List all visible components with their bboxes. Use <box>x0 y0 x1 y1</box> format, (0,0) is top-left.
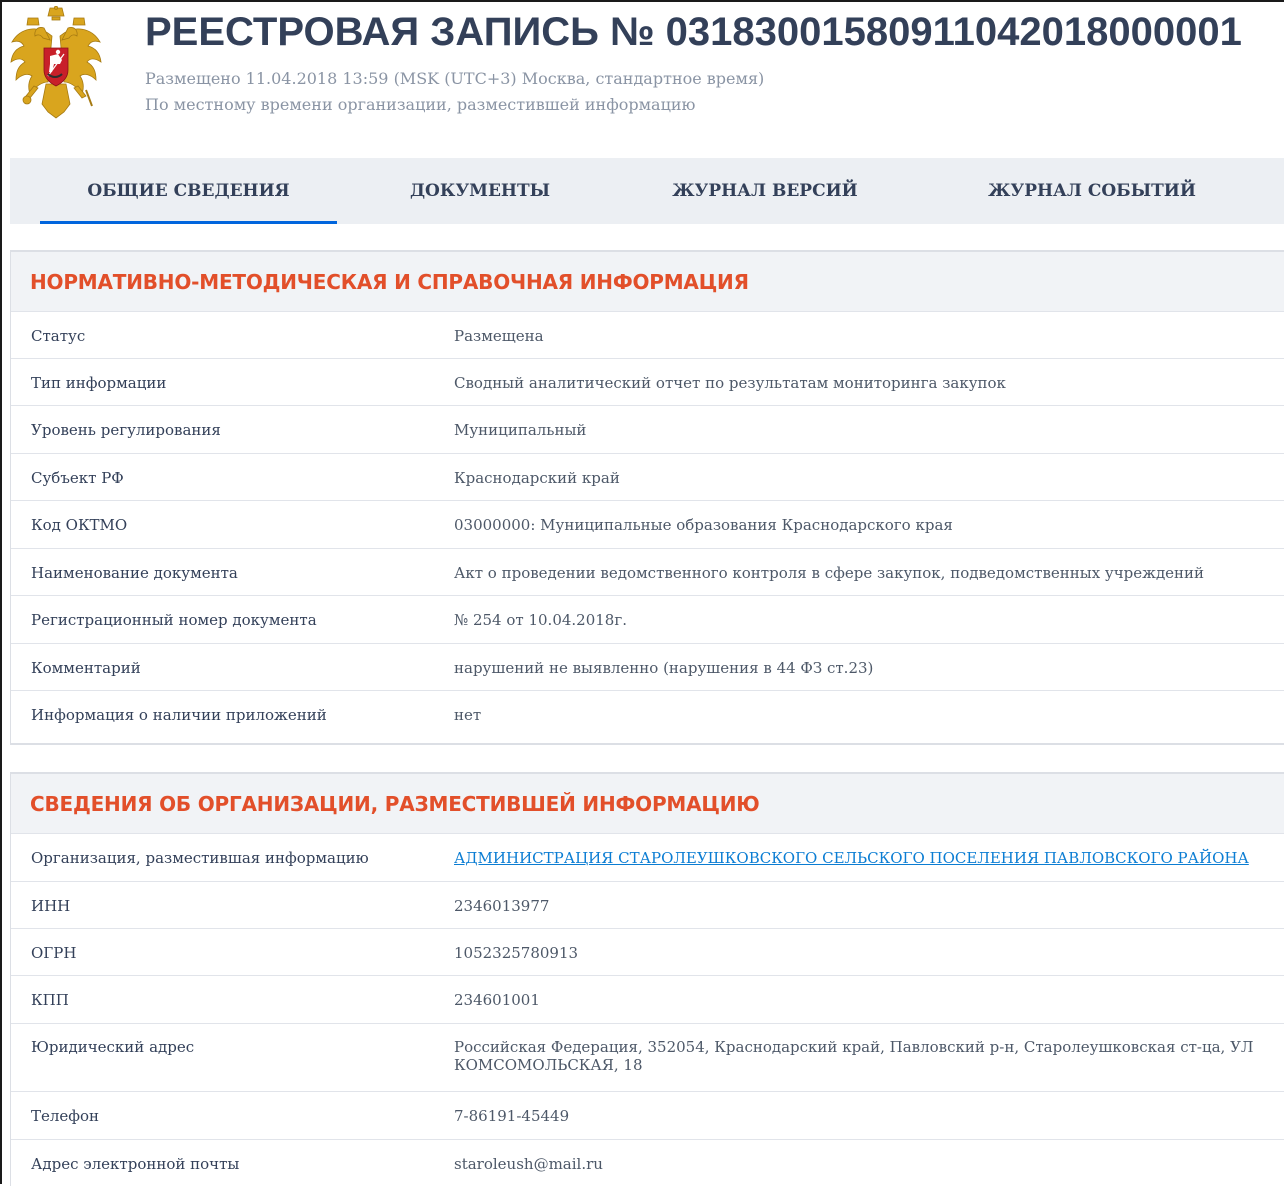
row-value: Муниципальный <box>454 421 587 439</box>
row-value: Краснодарский край <box>454 469 620 487</box>
row-value: 7-86191-45449 <box>454 1107 570 1125</box>
table-row: КПП 234601001 <box>11 976 1284 1024</box>
row-label: Наименование документа <box>31 564 238 582</box>
row-value: 234601001 <box>454 991 540 1009</box>
table-row: Уровень регулирования Муниципальный <box>11 406 1284 454</box>
row-label: Код ОКТМО <box>31 516 128 534</box>
table-row: Наименование документа Акт о проведении … <box>11 549 1284 596</box>
page-title: РЕЕСТРОВАЯ ЗАПИСЬ № 03183001580911042018… <box>145 10 1242 54</box>
table-row: Тип информации Сводный аналитический отч… <box>11 359 1284 406</box>
table-row: Код ОКТМО 03000000: Муниципальные образо… <box>11 501 1284 549</box>
row-label: Комментарий <box>31 659 141 677</box>
row-label: Юридический адрес <box>31 1038 195 1056</box>
row-label: Статус <box>31 327 86 345</box>
section-reference-info: НОРМАТИВНО-МЕТОДИЧЕСКАЯ И СПРАВОЧНАЯ ИНФ… <box>10 250 1284 745</box>
tab-documents[interactable]: ДОКУМЕНТЫ <box>360 158 600 224</box>
row-value: № 254 от 10.04.2018г. <box>454 611 627 629</box>
table-row: Организация, разместившая информацию АДМ… <box>11 834 1284 882</box>
table-row: Субъект РФ Краснодарский край <box>11 454 1284 501</box>
row-label: Тип информации <box>31 374 167 392</box>
organization-link[interactable]: АДМИНИСТРАЦИЯ СТАРОЛЕУШКОВСКОГО СЕЛЬСКОГ… <box>454 849 1249 867</box>
tab-bar: ОБЩИЕ СВЕДЕНИЯ ДОКУМЕНТЫ ЖУРНАЛ ВЕРСИЙ Ж… <box>10 158 1284 224</box>
section-title: НОРМАТИВНО-МЕТОДИЧЕСКАЯ И СПРАВОЧНАЯ ИНФ… <box>30 269 749 294</box>
row-value: staroleush@mail.ru <box>454 1155 603 1173</box>
row-value: нет <box>454 706 482 724</box>
row-value: Российская Федерация, 352054, Краснодарс… <box>454 1038 1254 1074</box>
local-time-note: По местному времени организации, размест… <box>145 95 696 114</box>
row-label: Адрес электронной почты <box>31 1155 240 1173</box>
row-value: Размещена <box>454 327 544 345</box>
tab-version-log[interactable]: ЖУРНАЛ ВЕРСИЙ <box>620 158 910 224</box>
row-label: Информация о наличии приложений <box>31 706 327 724</box>
row-value: нарушений не выявленно (нарушения в 44 Ф… <box>454 659 874 677</box>
row-value: Акт о проведении ведомственного контроля… <box>454 564 1205 582</box>
row-value: АДМИНИСТРАЦИЯ СТАРОЛЕУШКОВСКОГО СЕЛЬСКОГ… <box>454 849 1269 867</box>
table-row: ИНН 2346013977 <box>11 882 1284 929</box>
table-row: Адрес электронной почты staroleush@mail.… <box>11 1140 1284 1188</box>
table-row: Комментарий нарушений не выявленно (нару… <box>11 644 1284 691</box>
page-header: РЕЕСТРОВАЯ ЗАПИСЬ № 03183001580911042018… <box>0 0 1284 150</box>
table-row: Регистрационный номер документа № 254 от… <box>11 596 1284 644</box>
row-label: Субъект РФ <box>31 469 124 487</box>
section-header: НОРМАТИВНО-МЕТОДИЧЕСКАЯ И СПРАВОЧНАЯ ИНФ… <box>11 252 1284 312</box>
russian-coat-of-arms-icon <box>10 6 102 119</box>
row-label: ОГРН <box>31 944 77 962</box>
row-label: Уровень регулирования <box>31 421 221 439</box>
table-row: Юридический адрес Российская Федерация, … <box>11 1024 1284 1092</box>
row-label: КПП <box>31 991 69 1009</box>
window-frame-left <box>0 0 2 1184</box>
row-label: Телефон <box>31 1107 100 1125</box>
section-header: СВЕДЕНИЯ ОБ ОРГАНИЗАЦИИ, РАЗМЕСТИВШЕЙ ИН… <box>11 774 1284 834</box>
section-organization-info: СВЕДЕНИЯ ОБ ОРГАНИЗАЦИИ, РАЗМЕСТИВШЕЙ ИН… <box>10 772 1284 1186</box>
tab-general-info[interactable]: ОБЩИЕ СВЕДЕНИЯ <box>40 158 337 224</box>
posted-datetime: Размещено 11.04.2018 13:59 (MSK (UTC+3) … <box>145 69 765 88</box>
section-title: СВЕДЕНИЯ ОБ ОРГАНИЗАЦИИ, РАЗМЕСТИВШЕЙ ИН… <box>30 791 760 816</box>
row-value: 2346013977 <box>454 897 550 915</box>
table-row: Информация о наличии приложений нет <box>11 691 1284 739</box>
row-label: Регистрационный номер документа <box>31 611 317 629</box>
row-value: Сводный аналитический отчет по результат… <box>454 374 1006 392</box>
row-label: ИНН <box>31 897 71 915</box>
tab-event-log[interactable]: ЖУРНАЛ СОБЫТИЙ <box>930 158 1254 224</box>
table-row: Телефон 7-86191-45449 <box>11 1092 1284 1140</box>
row-value: 1052325780913 <box>454 944 579 962</box>
table-row: Статус Размещена <box>11 312 1284 359</box>
row-label: Организация, разместившая информацию <box>31 849 369 867</box>
row-value: 03000000: Муниципальные образования Крас… <box>454 516 953 534</box>
table-row: ОГРН 1052325780913 <box>11 929 1284 976</box>
